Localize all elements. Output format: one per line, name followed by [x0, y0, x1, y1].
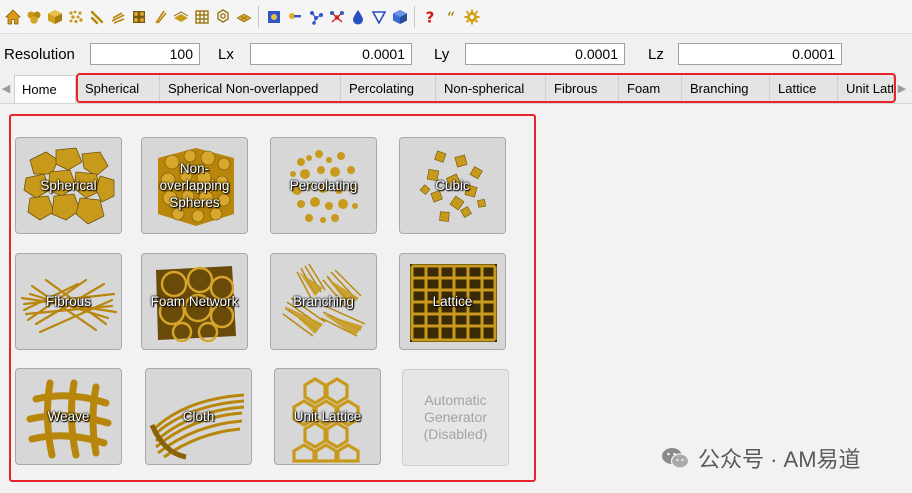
lx-label: Lx	[218, 46, 234, 63]
lattice-button[interactable]: Lattice	[399, 253, 506, 350]
tab-unit-lattice[interactable]: Unit Lattice	[838, 75, 894, 101]
toolbar: ? “	[0, 0, 912, 34]
key-icon[interactable]	[284, 5, 305, 29]
svg-text:?: ?	[425, 9, 434, 25]
resolution-label: Resolution	[4, 46, 75, 63]
tile-label: Lattice	[432, 294, 473, 309]
tile-label: Percolating	[289, 178, 358, 193]
ly-label: Ly	[434, 46, 450, 63]
molecule-icon[interactable]	[305, 5, 326, 29]
lattice-icon[interactable]	[191, 5, 212, 29]
ly-input[interactable]	[465, 43, 625, 65]
spheres-icon[interactable]	[23, 5, 44, 29]
tab-label: Spherical Non-overlapped	[168, 80, 319, 96]
parameters-row: Resolution Lx Ly Lz	[0, 42, 912, 68]
quote-icon[interactable]: “	[440, 5, 461, 29]
drop-icon[interactable]	[347, 5, 368, 29]
tile-label: Unit Lattice	[293, 409, 362, 424]
svg-text:“: “	[446, 10, 454, 25]
tab-label: Branching	[690, 80, 749, 96]
tile-label: Cubic	[435, 178, 470, 193]
spherical-button[interactable]: Spherical	[15, 137, 122, 234]
lz-input[interactable]	[678, 43, 842, 65]
home-icon[interactable]	[2, 5, 23, 29]
tile-label: Cloth	[182, 409, 215, 424]
tab-label: Home	[22, 82, 57, 97]
tile-label: Branching	[293, 294, 354, 309]
wechat-icon	[662, 448, 690, 469]
lz-label: Lz	[648, 46, 664, 63]
tab-non-spherical[interactable]: Non-spherical	[436, 75, 546, 101]
tile-label: Foam Network	[150, 294, 239, 309]
tab-fibrous[interactable]: Fibrous	[546, 75, 619, 101]
tab-label: Fibrous	[554, 80, 598, 96]
cloth-button[interactable]: Cloth	[145, 368, 252, 465]
tab-foam[interactable]: Foam	[619, 75, 682, 101]
cube-icon[interactable]	[44, 5, 65, 29]
non-overlapping-spheres-button[interactable]: Non-overlapping Spheres	[141, 137, 248, 234]
red-molecule-icon[interactable]	[326, 5, 347, 29]
foam-network-button[interactable]: Foam Network	[141, 253, 248, 350]
tab-spherical[interactable]: Spherical	[77, 75, 160, 101]
fibrous-button[interactable]: Fibrous	[15, 253, 122, 350]
tab-label: Non-spherical	[444, 80, 525, 96]
settings-sample-icon[interactable]	[263, 5, 284, 29]
grid-icon[interactable]	[233, 5, 254, 29]
resolution-input[interactable]	[90, 43, 200, 65]
tab-label: Spherical	[85, 80, 140, 96]
tab-bar: ◀ Home Spherical Spherical Non-overlappe…	[0, 75, 912, 103]
sheets-icon[interactable]	[170, 5, 191, 29]
tab-scroll-right-icon[interactable]: ▶	[896, 77, 908, 99]
tab-scroll-left-icon[interactable]: ◀	[0, 77, 12, 99]
foam-icon[interactable]	[128, 5, 149, 29]
tab-label: Unit Lattice	[846, 80, 893, 96]
tab-spherical-non-overlapped[interactable]: Spherical Non-overlapped	[160, 75, 341, 101]
branching-button[interactable]: Branching	[270, 253, 377, 350]
automatic-generator-button: Automatic Generator (Disabled)	[402, 369, 509, 466]
percolating-icon[interactable]	[65, 5, 86, 29]
toolbar-separator	[414, 5, 415, 28]
tile-label: Non-overlapping Spheres	[159, 161, 230, 210]
tab-home[interactable]: Home	[14, 75, 76, 103]
needle-icon[interactable]	[149, 5, 170, 29]
lx-input[interactable]	[250, 43, 412, 65]
triangle-icon[interactable]	[368, 5, 389, 29]
tab-branching[interactable]: Branching	[682, 75, 770, 101]
branching-icon[interactable]	[107, 5, 128, 29]
tab-lattice[interactable]: Lattice	[770, 75, 838, 101]
tab-percolating[interactable]: Percolating	[341, 75, 436, 101]
tab-label: Lattice	[778, 80, 817, 96]
gear-icon[interactable]	[461, 5, 482, 29]
help-icon[interactable]: ?	[419, 5, 440, 29]
tab-label: Percolating	[349, 80, 415, 96]
toolbar-separator	[258, 5, 259, 28]
tile-label: Weave	[47, 409, 90, 424]
fibrous-icon[interactable]	[86, 5, 107, 29]
percolating-button[interactable]: Percolating	[270, 137, 377, 234]
weave-button[interactable]: Weave	[15, 368, 122, 465]
unit-lattice-button[interactable]: Unit Lattice	[274, 368, 381, 465]
hexagon-icon[interactable]	[212, 5, 233, 29]
cubic-button[interactable]: Cubic	[399, 137, 506, 234]
tile-label: Spherical	[40, 178, 97, 193]
tile-label: Automatic Generator (Disabled)	[423, 392, 488, 442]
box-icon[interactable]	[389, 5, 410, 29]
tile-label: Fibrous	[45, 294, 91, 309]
watermark-text: 公众号 · AM易道	[698, 447, 861, 472]
tab-label: Foam	[627, 80, 661, 96]
watermark: 公众号 · AM易道	[660, 442, 861, 474]
